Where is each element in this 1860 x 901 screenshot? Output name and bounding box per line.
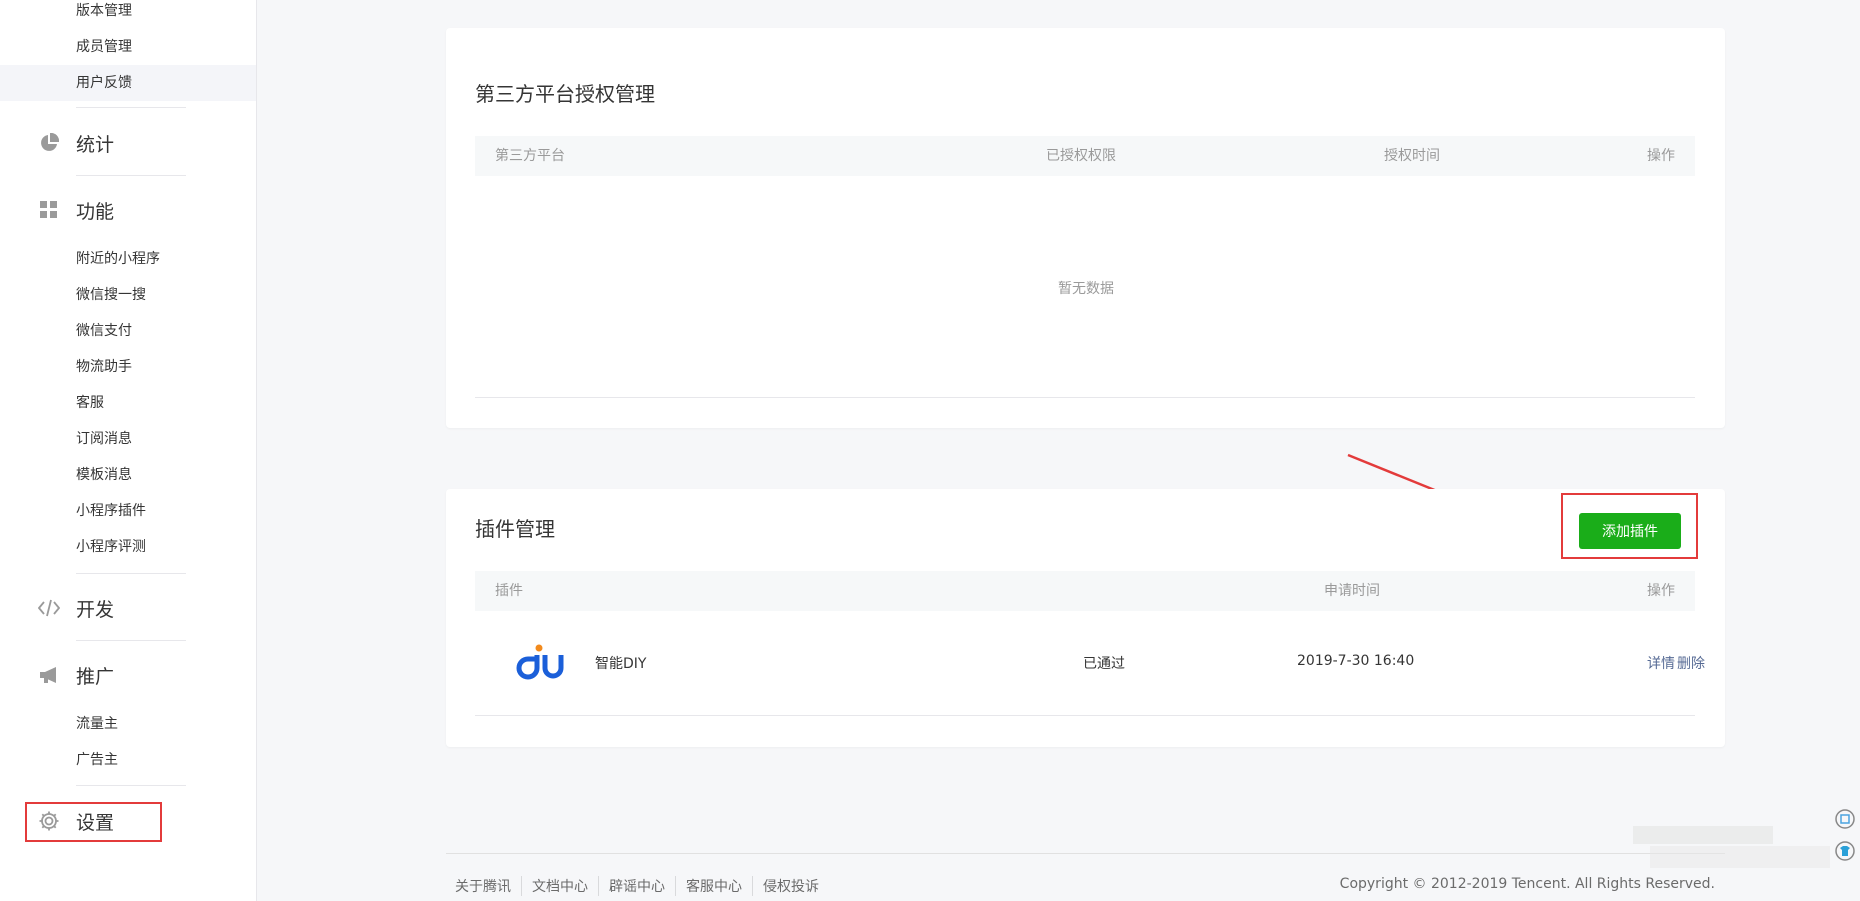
sidebar-divider [76, 573, 186, 574]
plugins-card: 插件管理 添加插件 插件 申请时间 操作 智能DIY 已通过 2019-7-30… [446, 489, 1725, 747]
footer-divider [446, 853, 1725, 854]
sidebar-item-customer-service[interactable]: 客服 [76, 385, 104, 421]
grid-icon [38, 199, 60, 221]
sidebar-item-label: 统计 [76, 133, 115, 156]
footer-link-about[interactable]: 关于腾讯 [455, 876, 521, 896]
pie-chart-icon [38, 132, 60, 154]
sidebar-divider [76, 785, 186, 786]
sidebar-item-develop[interactable]: 开发 [38, 588, 114, 628]
sidebar-item-label: 开发 [76, 598, 115, 621]
settings-highlight-box [25, 802, 162, 842]
plugin-name: 智能DIY [595, 656, 647, 672]
footer-link-rumor[interactable]: 辟谣中心 [598, 876, 675, 896]
sidebar-item-plugins[interactable]: 小程序插件 [76, 493, 146, 529]
sidebar-item-nearby[interactable]: 附近的小程序 [76, 241, 160, 277]
footer-links: 关于腾讯 文档中心 辟谣中心 客服中心 侵权投诉 [455, 876, 829, 896]
ime-float-icon[interactable] [1834, 808, 1856, 830]
plugins-table-header: 插件 申请时间 操作 [475, 571, 1695, 611]
sidebar-item-features[interactable]: 功能 [38, 190, 114, 230]
col-actions: 操作 [1647, 148, 1675, 164]
plugins-title: 插件管理 [475, 517, 555, 541]
sidebar-item-wechat-pay[interactable]: 微信支付 [76, 313, 132, 349]
table-bottom-line [475, 397, 1695, 398]
plugin-detail-link[interactable]: 详情 [1647, 653, 1675, 673]
sidebar-item-evaluation[interactable]: 小程序评测 [76, 529, 146, 565]
sidebar-item-members[interactable]: 成员管理 [76, 29, 132, 65]
sidebar-divider [76, 107, 186, 108]
megaphone-icon [38, 664, 60, 686]
col-apply-time: 申请时间 [1324, 583, 1380, 599]
sidebar-item-feedback[interactable]: 用户反馈 [0, 65, 256, 101]
blurred-region [1650, 846, 1830, 868]
footer-link-docs[interactable]: 文档中心 [521, 876, 598, 896]
code-icon [38, 597, 60, 619]
copyright-text: Copyright © 2012-2019 Tencent. All Right… [1339, 876, 1715, 892]
col-permissions: 已授权权限 [1046, 148, 1116, 164]
sidebar-item-advertiser[interactable]: 广告主 [76, 742, 118, 778]
empty-state: 暂无数据 [1058, 281, 1114, 297]
sidebar: 版本管理 成员管理 用户反馈 统计 功能 附近的小程序 微信搜一搜 微信支付 物… [0, 0, 257, 901]
add-plugin-highlight-box [1561, 493, 1698, 559]
plugin-status: 已通过 [1083, 656, 1125, 672]
sidebar-divider [76, 175, 186, 176]
sidebar-divider [76, 640, 186, 641]
sidebar-item-version[interactable]: 版本管理 [76, 0, 132, 29]
plugin-apply-time: 2019-7-30 16:40 [1297, 653, 1415, 669]
third-party-card: 第三方平台授权管理 第三方平台 已授权权限 授权时间 操作 暂无数据 [446, 28, 1725, 428]
footer-link-service[interactable]: 客服中心 [675, 876, 752, 896]
table-bottom-line [475, 715, 1695, 716]
sidebar-item-traffic-owner[interactable]: 流量主 [76, 706, 118, 742]
third-party-table-header: 第三方平台 已授权权限 授权时间 操作 [475, 136, 1695, 176]
sidebar-item-template-msg[interactable]: 模板消息 [76, 457, 132, 493]
sidebar-item-label: 功能 [76, 200, 115, 223]
sidebar-item-wechat-search[interactable]: 微信搜一搜 [76, 277, 146, 313]
plugin-delete-link[interactable]: 删除 [1677, 653, 1705, 673]
col-actions: 操作 [1647, 583, 1675, 599]
col-plugin: 插件 [495, 583, 523, 599]
sidebar-item-subscribe-msg[interactable]: 订阅消息 [76, 421, 132, 457]
shirt-float-icon[interactable] [1834, 840, 1856, 862]
sidebar-item-promotion[interactable]: 推广 [38, 655, 114, 695]
sidebar-item-logistics[interactable]: 物流助手 [76, 349, 132, 385]
sidebar-item-stats[interactable]: 统计 [38, 123, 114, 163]
col-auth-time: 授权时间 [1384, 148, 1440, 164]
footer-link-infringement[interactable]: 侵权投诉 [752, 876, 829, 896]
sidebar-item-label: 推广 [76, 665, 115, 688]
col-platform: 第三方平台 [495, 148, 565, 164]
third-party-title: 第三方平台授权管理 [475, 82, 655, 106]
blurred-region [1633, 826, 1773, 844]
plugin-logo-icon [507, 643, 565, 685]
